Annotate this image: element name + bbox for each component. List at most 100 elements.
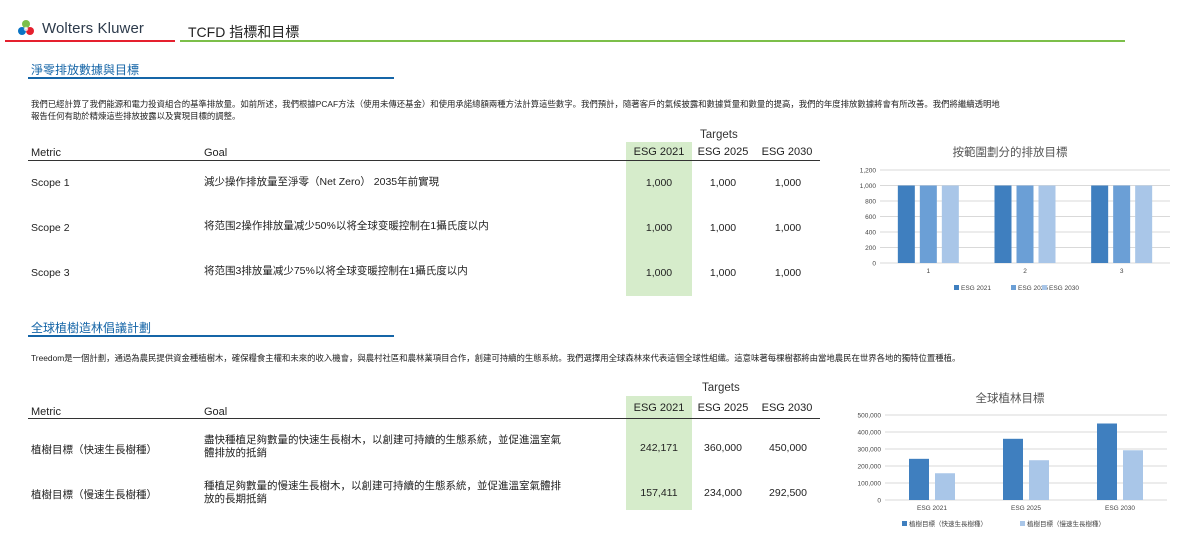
y-tick-label: 0	[877, 498, 881, 505]
scope1-esg2030: 1,000	[774, 177, 802, 189]
legend-swatch	[954, 285, 959, 290]
bar	[994, 185, 1012, 263]
section2-intro: Treedom是一個計劃，通過為農民提供資金種植樹木，確保糧食主權和未來的收入機…	[31, 353, 961, 363]
x-tick-label: ESG 2021	[917, 505, 947, 512]
bar	[909, 458, 929, 500]
legend-swatch	[1020, 521, 1025, 526]
fast-growing-metric: 植樹目標（快速生長樹種）	[31, 444, 157, 456]
bar	[1016, 185, 1034, 263]
legend-label: ESG 2021	[961, 285, 991, 292]
x-tick-label: ESG 2025	[1011, 505, 1041, 512]
brand-name: Wolters Kluwer	[42, 19, 144, 37]
slow-growing-esg2030: 292,500	[769, 487, 807, 499]
bar	[1097, 423, 1117, 500]
legend-label: ESG 2030	[1049, 285, 1079, 292]
x-tick-label: 3	[1120, 268, 1124, 275]
y-tick-label: 1,000	[860, 183, 877, 190]
esg2025-header: ESG 2025	[697, 146, 749, 158]
scope3-esg2021: 1,000	[645, 267, 673, 279]
bar	[935, 473, 955, 500]
targets-label: Targets	[702, 382, 740, 394]
bar	[1123, 450, 1143, 500]
legend-label: 植樹目標（快速生長樹種）	[909, 519, 987, 528]
y-tick-label: 200,000	[858, 464, 882, 471]
bar	[1135, 185, 1153, 263]
x-tick-label: 1	[927, 268, 931, 275]
slow-growing-esg2025: 234,000	[704, 487, 742, 499]
esg2021-header: ESG 2021	[633, 146, 685, 158]
esg2021-header: ESG 2021	[633, 402, 685, 414]
legend-swatch	[1011, 285, 1016, 290]
scope3-metric: Scope 3	[31, 267, 70, 279]
scope1-esg2025: 1,000	[709, 177, 737, 189]
fast-growing-esg2021: 242,171	[640, 442, 678, 454]
legend-label: 植樹目標（慢速生長樹種）	[1027, 519, 1105, 528]
bar	[919, 185, 937, 263]
section1-rule	[28, 77, 394, 79]
emissions-by-scope-chart: 0 200 400 600 800 1,000 1,200 1 2 3 ESG 2021 ESG 20…	[860, 168, 1170, 292]
y-tick-label: 400,000	[858, 430, 882, 437]
y-tick-label: 1,200	[860, 168, 877, 175]
slow-growing-esg2021: 157,411	[640, 487, 678, 499]
bar	[941, 185, 959, 263]
esg2025-header: ESG 2025	[697, 402, 749, 414]
section2-title: 全球植樹造林倡議計劃	[31, 321, 152, 335]
header-rule	[28, 418, 820, 419]
x-tick-label: 2	[1023, 268, 1027, 275]
wolters-kluwer-logo-icon	[18, 20, 34, 35]
fast-growing-esg2025: 360,000	[704, 442, 742, 454]
chart2-title: 全球植林目標	[975, 393, 1045, 405]
metric-header: Metric	[31, 147, 61, 159]
y-tick-label: 600	[865, 214, 876, 221]
section2-rule	[28, 335, 394, 337]
scope1-goal: 減少操作排放量至淨零（Net Zero） 2035年前實現	[204, 176, 440, 188]
legend-swatch	[902, 521, 907, 526]
fast-growing-goal-line1: 盡快種植足夠數量的快速生長樹木，以創建可持續的生態系統，並促進溫室氣	[204, 434, 561, 446]
bar	[1038, 185, 1056, 263]
header-rule	[28, 160, 820, 161]
esg2030-header: ESG 2030	[761, 402, 813, 414]
bar	[1091, 185, 1109, 263]
goal-header: Goal	[204, 406, 228, 418]
y-tick-label: 300,000	[858, 447, 882, 454]
slow-growing-metric: 植樹目標（慢速生長樹種）	[31, 489, 157, 501]
scope3-goal: 将范围3排放量减少75%以将全球变暖控制在1攝氏度以内	[204, 265, 468, 277]
y-tick-label: 500,000	[858, 413, 882, 420]
targets-label: Targets	[700, 129, 738, 141]
y-tick-label: 800	[865, 199, 876, 206]
brand-rule	[5, 40, 175, 42]
bar	[1003, 438, 1023, 500]
section1-title: 淨零排放數據與目標	[31, 63, 140, 77]
page-title: TCFD 指標和目標	[188, 24, 300, 40]
slow-growing-goal-line2: 放的長期抵銷	[204, 493, 267, 505]
esg2030-header: ESG 2030	[761, 146, 813, 158]
fast-growing-esg2030: 450,000	[769, 442, 807, 454]
scope2-metric: Scope 2	[31, 222, 70, 234]
bar	[1113, 185, 1131, 263]
chart1-title: 按範圍劃分的排放目標	[952, 147, 1068, 159]
metric-header: Metric	[31, 406, 61, 418]
y-tick-label: 100,000	[858, 481, 882, 488]
header-rule	[180, 40, 1125, 42]
bar	[1029, 460, 1049, 500]
bar	[897, 185, 915, 263]
goal-header: Goal	[204, 147, 228, 159]
legend-swatch	[1042, 285, 1047, 290]
x-tick-label: ESG 2030	[1105, 505, 1135, 512]
scope2-goal: 将范围2操作排放量减少50%以将全球变暖控制在1攝氏度以内	[204, 220, 489, 232]
y-tick-label: 200	[865, 245, 876, 252]
tree-planting-targets-chart: 0 100,000 200,000 300,000 400,000 500,000 ESG …	[858, 413, 1167, 528]
scope1-metric: Scope 1	[31, 177, 70, 189]
y-tick-label: 400	[865, 230, 876, 237]
brand-logo[interactable]: Wolters Kluwer	[16, 14, 144, 42]
fast-growing-goal-line2: 體排放的抵銷	[204, 447, 267, 459]
slow-growing-goal-line1: 種植足夠數量的慢速生長樹木，以創建可持續的生態系統，並促進溫室氣體排	[204, 480, 561, 492]
section1-intro-line2: 報告任何有助於精煉這些排放披露以及實現目標的調整。	[31, 111, 241, 121]
scope2-esg2025: 1,000	[709, 222, 737, 234]
scope2-esg2021: 1,000	[645, 222, 673, 234]
scope1-esg2021: 1,000	[645, 177, 673, 189]
scope3-esg2030: 1,000	[774, 267, 802, 279]
scope3-esg2025: 1,000	[709, 267, 737, 279]
y-tick-label: 0	[872, 261, 876, 268]
scope2-esg2030: 1,000	[774, 222, 802, 234]
